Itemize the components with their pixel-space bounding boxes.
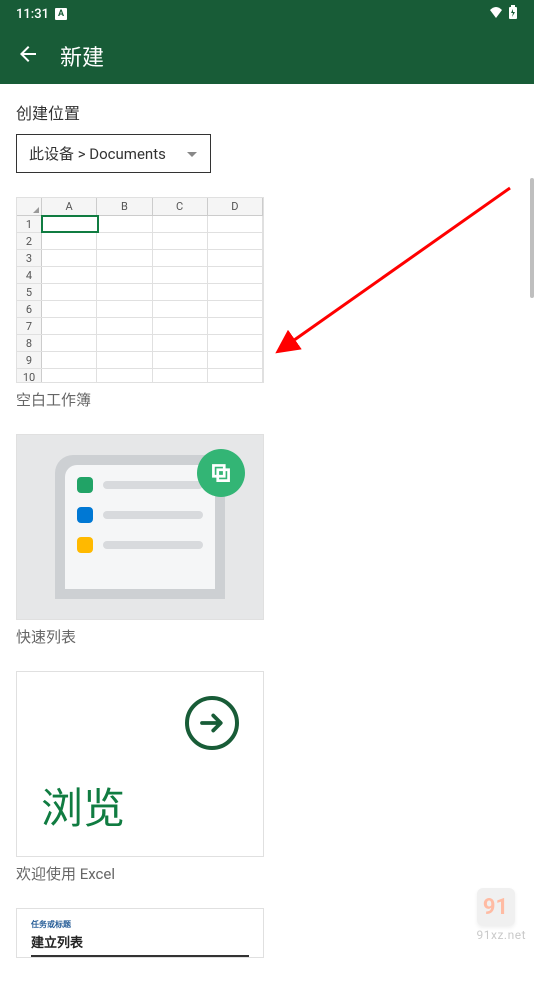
back-arrow-icon[interactable] bbox=[16, 42, 40, 70]
location-label: 创建位置 bbox=[16, 100, 518, 124]
select-all-cell bbox=[17, 198, 42, 215]
blank-workbook-label: 空白工作簿 bbox=[16, 389, 518, 410]
blank-workbook-thumbnail: A B C D 1 2 3 4 5 6 7 8 9 10 bbox=[16, 197, 264, 383]
col-header-c: C bbox=[153, 198, 208, 215]
welcome-excel-thumbnail: 浏览 bbox=[16, 671, 264, 857]
template-quick-list[interactable]: 快速列表 bbox=[16, 434, 518, 647]
battery-icon bbox=[508, 5, 518, 23]
chevron-down-icon bbox=[186, 144, 198, 163]
scrollbar[interactable] bbox=[530, 178, 534, 298]
bullet-icon bbox=[77, 507, 93, 523]
watermark: 91 91xz.net bbox=[477, 888, 526, 942]
bullet-icon bbox=[77, 537, 93, 553]
template-build-list[interactable]: 任务或标题 建立列表 bbox=[16, 908, 518, 958]
watermark-logo: 91 bbox=[477, 888, 515, 926]
app-header: 新建 bbox=[0, 28, 534, 84]
location-dropdown[interactable]: 此设备 > Documents bbox=[16, 134, 211, 173]
status-bar: 11:31 A bbox=[0, 0, 534, 28]
col-header-a: A bbox=[42, 198, 97, 215]
wifi-icon bbox=[488, 6, 504, 22]
bullet-icon bbox=[77, 477, 93, 493]
template-welcome-excel[interactable]: 浏览 欢迎使用 Excel bbox=[16, 671, 518, 884]
status-time: 11:31 bbox=[16, 7, 49, 22]
quick-list-label: 快速列表 bbox=[16, 626, 518, 647]
arrow-right-circle-icon bbox=[185, 696, 239, 750]
location-value: 此设备 > Documents bbox=[29, 143, 166, 164]
page-title: 新建 bbox=[60, 40, 104, 72]
template-blank-workbook[interactable]: A B C D 1 2 3 4 5 6 7 8 9 10 空白 bbox=[16, 197, 518, 410]
notification-icon: A bbox=[55, 8, 67, 20]
browse-text: 浏览 bbox=[41, 775, 125, 836]
quick-list-thumbnail bbox=[16, 434, 264, 620]
build-list-subtitle: 任务或标题 bbox=[31, 919, 249, 930]
build-list-title: 建立列表 bbox=[31, 932, 249, 951]
build-list-thumbnail: 任务或标题 建立列表 bbox=[16, 908, 264, 958]
col-header-d: D bbox=[208, 198, 263, 215]
selected-cell-a1 bbox=[41, 215, 99, 233]
welcome-excel-label: 欢迎使用 Excel bbox=[16, 863, 518, 884]
col-header-b: B bbox=[97, 198, 152, 215]
stack-icon bbox=[197, 449, 245, 497]
watermark-text: 91xz.net bbox=[477, 928, 526, 942]
